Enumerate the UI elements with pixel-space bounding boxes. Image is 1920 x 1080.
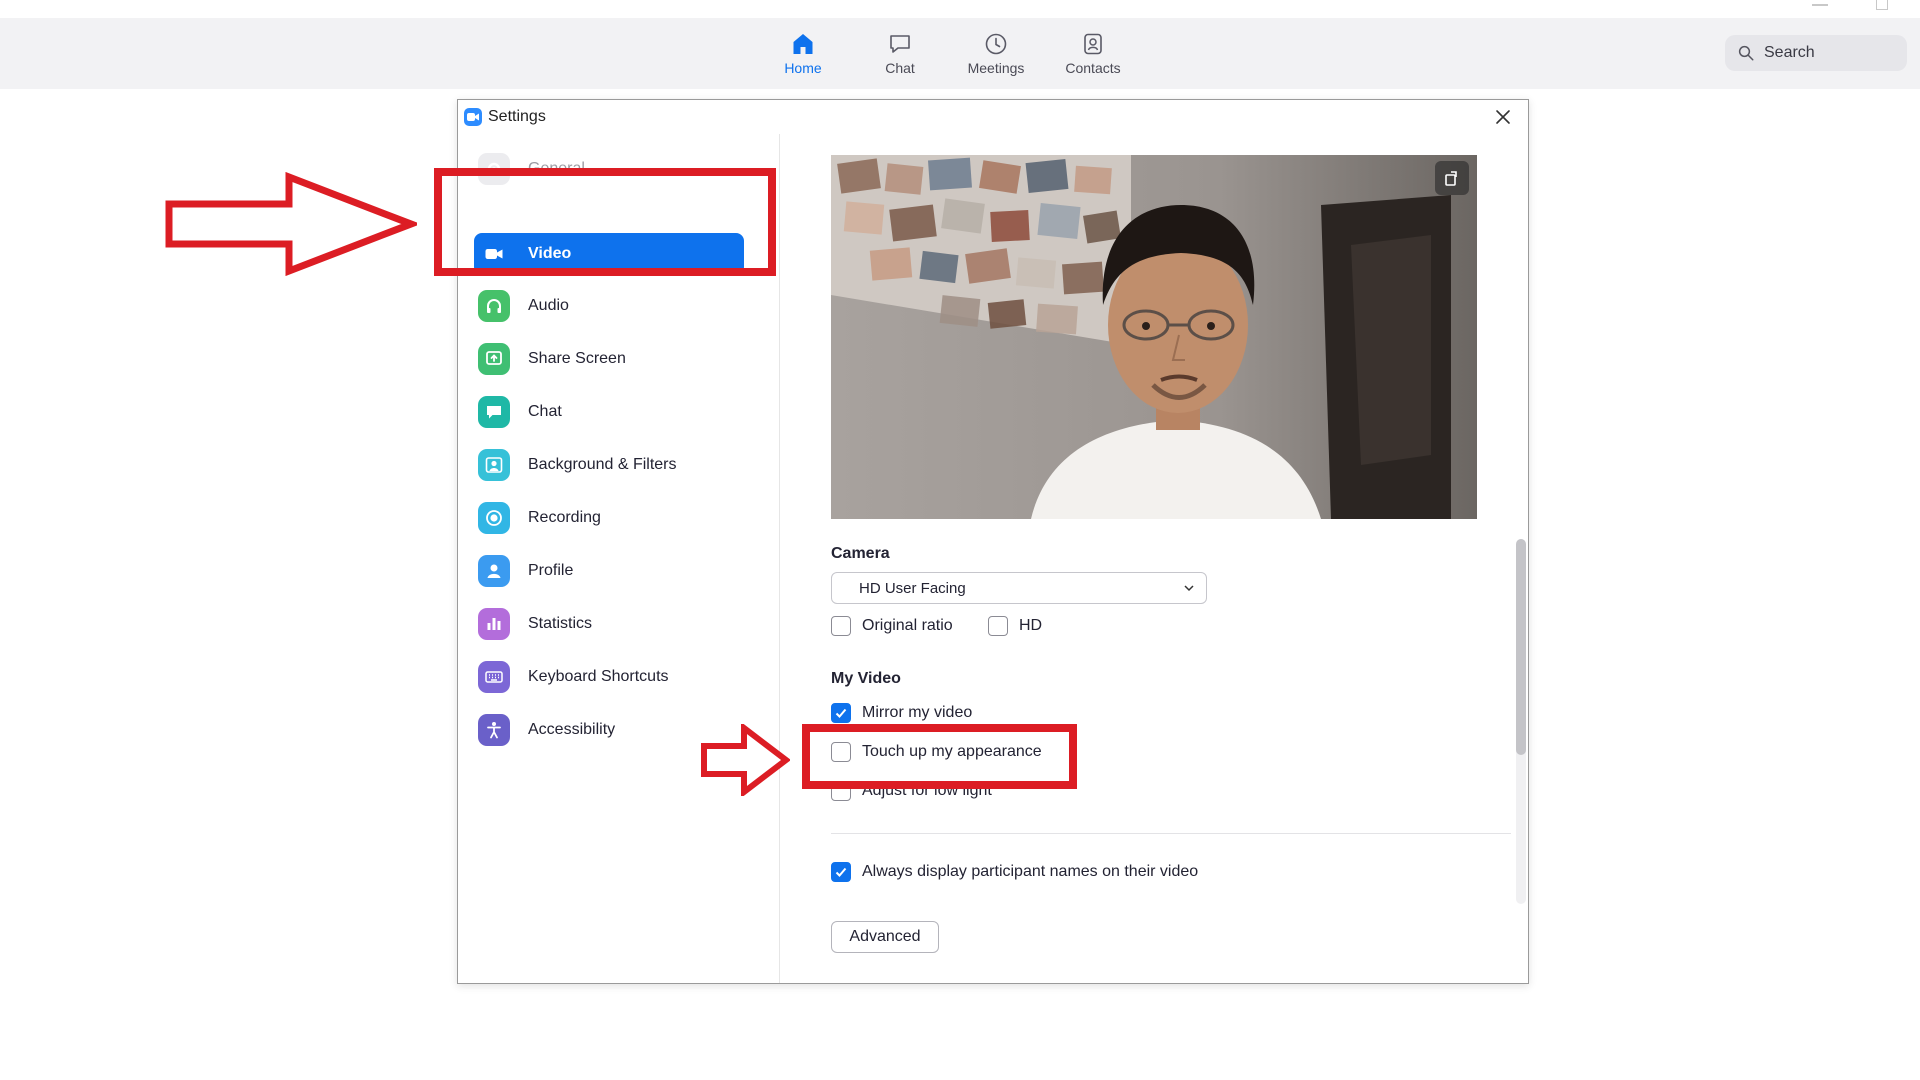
sidebar-item-statistics[interactable]: Statistics — [474, 603, 744, 645]
mirror-video-checkbox[interactable]: Mirror my video — [831, 703, 972, 723]
window-title: Settings — [488, 108, 546, 125]
zoom-app-icon — [464, 108, 482, 126]
contact-card-icon — [1084, 33, 1102, 55]
tab-chat-label: Chat — [885, 60, 915, 76]
keyboard-icon — [478, 661, 510, 693]
sidebar-item-keyboard-shortcuts[interactable]: Keyboard Shortcuts — [474, 656, 744, 698]
checkmark-icon — [835, 867, 847, 877]
search-box[interactable]: Search — [1725, 35, 1907, 71]
sidebar-item-label: Background & Filters — [528, 456, 677, 473]
settings-title-bar: Settings — [458, 100, 1528, 134]
rotate-camera-button[interactable] — [1435, 161, 1469, 195]
always-display-names-checkbox[interactable]: Always display participant names on thei… — [831, 862, 1198, 882]
section-divider — [831, 833, 1511, 834]
background-icon — [478, 449, 510, 481]
close-icon[interactable] — [1492, 106, 1514, 128]
tab-home-label: Home — [784, 60, 822, 76]
always-display-names-label: Always display participant names on thei… — [862, 863, 1199, 880]
original-ratio-checkbox[interactable]: Original ratio — [831, 616, 953, 636]
chat-bubble-icon — [890, 35, 910, 53]
chevron-down-icon — [1184, 585, 1194, 592]
os-title-strip — [0, 0, 1920, 18]
mirror-video-label: Mirror my video — [862, 704, 973, 721]
sidebar-item-label: Audio — [528, 297, 569, 314]
checkbox-box — [988, 616, 1008, 636]
tab-meetings-label: Meetings — [967, 60, 1025, 76]
search-placeholder: Search — [1764, 44, 1815, 61]
search-icon — [1738, 45, 1754, 61]
statistics-icon — [478, 608, 510, 640]
sidebar-item-label: Share Screen — [528, 350, 626, 367]
video-settings-panel: Camera HD User Facing Original ratio HD … — [781, 134, 1528, 983]
scrollbar-thumb[interactable] — [1516, 539, 1526, 755]
tab-contacts-label: Contacts — [1065, 60, 1121, 76]
clock-icon — [985, 33, 1007, 55]
hd-label: HD — [1019, 617, 1043, 634]
sidebar-item-label: Accessibility — [528, 721, 616, 738]
annotation-arrow-small — [701, 724, 790, 796]
highlight-box-video — [434, 168, 776, 276]
tab-home[interactable]: Home — [763, 32, 843, 84]
original-ratio-label: Original ratio — [862, 617, 953, 634]
annotation-arrow-large — [165, 172, 417, 276]
profile-icon — [478, 555, 510, 587]
camera-select[interactable]: HD User Facing — [831, 572, 1207, 604]
maximize-icon[interactable] — [1876, 0, 1888, 10]
checkmark-icon — [835, 708, 847, 718]
sidebar-item-share-screen[interactable]: Share Screen — [474, 338, 744, 380]
sidebar-item-label: Keyboard Shortcuts — [528, 668, 669, 685]
share-screen-icon — [478, 343, 510, 375]
minimize-icon[interactable] — [1812, 0, 1828, 6]
checkbox-box — [831, 616, 851, 636]
chat-icon — [478, 396, 510, 428]
checkbox-box — [831, 862, 851, 882]
sidebar-item-label: Chat — [528, 403, 562, 420]
hd-checkbox[interactable]: HD — [988, 616, 1042, 636]
camera-label: Camera — [831, 545, 890, 562]
sidebar-item-audio[interactable]: Audio — [474, 285, 744, 327]
sidebar-item-profile[interactable]: Profile — [474, 550, 744, 592]
tab-contacts[interactable]: Contacts — [1053, 32, 1133, 84]
sidebar-item-chat[interactable]: Chat — [474, 391, 744, 433]
tab-meetings[interactable]: Meetings — [956, 32, 1036, 84]
checkbox-box — [831, 703, 851, 723]
rotate-icon — [1445, 171, 1457, 186]
headphones-icon — [478, 290, 510, 322]
accessibility-icon — [478, 714, 510, 746]
sidebar-item-label: Profile — [528, 562, 574, 579]
top-navigation: Home Chat Meetings Contacts Search — [0, 18, 1920, 89]
sidebar-item-label: Statistics — [528, 615, 593, 632]
tab-chat[interactable]: Chat — [860, 32, 940, 84]
home-icon — [793, 34, 813, 54]
camera-select-value: HD User Facing — [859, 579, 966, 597]
sidebar-item-background-filters[interactable]: Background & Filters — [474, 444, 744, 486]
my-video-label: My Video — [831, 670, 901, 687]
camera-preview — [831, 155, 1477, 519]
sidebar-item-label: Recording — [528, 509, 601, 526]
sidebar-item-recording[interactable]: Recording — [474, 497, 744, 539]
camera-preview-image — [831, 155, 1477, 519]
highlight-box-touch-up — [802, 724, 1077, 789]
advanced-button[interactable]: Advanced — [831, 921, 939, 953]
record-icon — [478, 502, 510, 534]
